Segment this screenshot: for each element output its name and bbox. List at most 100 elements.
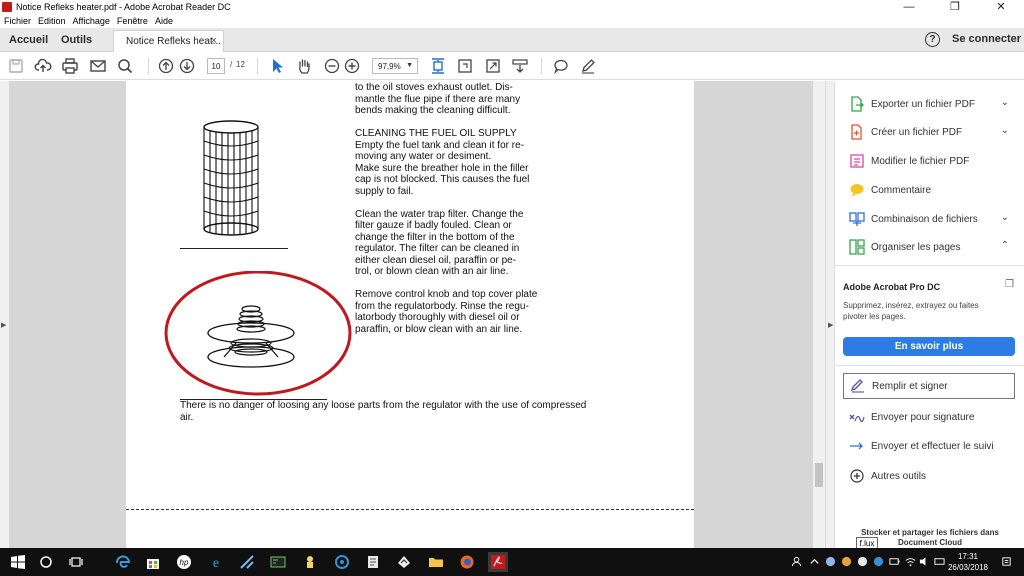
inkscape-icon[interactable] bbox=[394, 552, 414, 572]
tool-label: Autres outils bbox=[871, 470, 927, 482]
chevron-up-icon[interactable]: ⌃ bbox=[1001, 240, 1009, 251]
comment-icon[interactable] bbox=[552, 57, 570, 75]
learn-more-button[interactable]: En savoir plus bbox=[843, 337, 1015, 356]
file-explorer-icon[interactable] bbox=[426, 552, 446, 572]
search-icon[interactable] bbox=[36, 552, 56, 572]
task-view-icon[interactable] bbox=[66, 552, 86, 572]
toolbar: 10 / 12 97,9% ▼ bbox=[0, 52, 1024, 80]
windows-start-icon[interactable] bbox=[8, 552, 28, 572]
firefox-icon[interactable] bbox=[457, 552, 477, 572]
zoom-out-icon[interactable] bbox=[323, 57, 341, 75]
ie-icon[interactable]: e bbox=[206, 552, 226, 572]
tool-label: Commentaire bbox=[871, 184, 932, 196]
hand-icon[interactable] bbox=[295, 57, 313, 75]
notifications-icon[interactable] bbox=[1000, 555, 1012, 567]
select-cursor-icon[interactable] bbox=[268, 57, 286, 75]
tab-document[interactable]: Notice Refleks heat... × bbox=[113, 30, 224, 52]
text-line: cap is not blocked. This causes the fuel bbox=[355, 174, 530, 185]
bluetooth-icon[interactable] bbox=[872, 555, 884, 567]
print-icon[interactable] bbox=[61, 57, 79, 75]
fit-page-icon[interactable] bbox=[429, 57, 447, 75]
steam-icon[interactable] bbox=[237, 552, 257, 572]
tool-send-signature[interactable]: Envoyer pour signature bbox=[849, 406, 1021, 428]
people-icon[interactable] bbox=[790, 555, 802, 567]
page-down-icon[interactable] bbox=[178, 57, 196, 75]
chess-icon[interactable] bbox=[300, 552, 320, 572]
fullscreen-icon[interactable] bbox=[484, 57, 502, 75]
network-app-icon[interactable] bbox=[332, 552, 352, 572]
tab-home[interactable]: Accueil bbox=[9, 28, 48, 52]
upload-icon[interactable] bbox=[34, 57, 52, 75]
divider bbox=[835, 365, 1024, 366]
keyboard-language-icon[interactable] bbox=[933, 555, 945, 567]
pen-icon[interactable] bbox=[579, 57, 597, 75]
minimize-button[interactable]: — bbox=[886, 0, 932, 14]
close-window-button[interactable]: ✕ bbox=[978, 0, 1024, 14]
maximize-button[interactable]: ❐ bbox=[932, 0, 978, 14]
tool-more-tools[interactable]: Autres outils bbox=[849, 465, 1021, 487]
zoom-in-icon[interactable] bbox=[343, 57, 361, 75]
antivirus-icon[interactable] bbox=[840, 555, 852, 567]
battery-icon[interactable] bbox=[888, 555, 900, 567]
terminal-icon[interactable] bbox=[268, 552, 288, 572]
chevron-up-icon[interactable] bbox=[808, 555, 820, 567]
tool-send-track[interactable]: Envoyer et effectuer le suivi bbox=[849, 435, 1021, 457]
left-panel-toggle[interactable]: ▶ bbox=[0, 81, 9, 548]
clock[interactable]: 17:31 26/03/2018 bbox=[946, 551, 990, 573]
chevron-down-icon[interactable]: ⌄ bbox=[1001, 97, 1009, 108]
edge-icon[interactable] bbox=[113, 552, 133, 572]
acrobat-app-icon bbox=[2, 2, 12, 12]
tool-combine-files[interactable]: Combinaison de fichiers ⌄ bbox=[849, 208, 1021, 230]
text-line: mantle the flue pipe if there are many bbox=[355, 93, 521, 105]
menu-aide[interactable]: Aide bbox=[155, 16, 173, 26]
taskbar: hp e 17:31 26/03/2018 bbox=[0, 548, 1024, 576]
chevron-down-icon[interactable]: ⌄ bbox=[1001, 212, 1009, 223]
upgrade-icon: ❐ bbox=[1005, 279, 1014, 290]
search-icon[interactable] bbox=[116, 57, 134, 75]
menu-edition[interactable]: Edition bbox=[38, 16, 66, 26]
rotate-icon[interactable] bbox=[456, 57, 474, 75]
send-signature-icon bbox=[849, 409, 865, 425]
right-panel-toggle[interactable]: ▶ bbox=[825, 81, 834, 548]
steam-tray-icon[interactable] bbox=[824, 555, 836, 567]
email-icon[interactable] bbox=[89, 57, 107, 75]
help-button[interactable]: ? bbox=[925, 32, 940, 47]
document-viewport[interactable]: to the oil stoves exhaust outlet. Dis- m… bbox=[0, 81, 825, 548]
store-icon[interactable] bbox=[143, 552, 163, 572]
tab-tools[interactable]: Outils bbox=[61, 28, 92, 52]
tool-create-pdf[interactable]: Créer un fichier PDF ⌄ bbox=[849, 121, 1021, 143]
sign-in-button[interactable]: Se connecter bbox=[952, 33, 1021, 45]
menu-bar: Fichier Edition Affichage Fenêtre Aide bbox=[0, 14, 1024, 28]
close-tab-icon[interactable]: × bbox=[211, 35, 217, 47]
acrobat-icon[interactable] bbox=[488, 552, 508, 572]
wifi-icon[interactable] bbox=[904, 555, 916, 567]
save-icon[interactable] bbox=[7, 57, 25, 75]
hp-icon[interactable]: hp bbox=[174, 552, 194, 572]
chevron-down-icon[interactable]: ⌄ bbox=[1001, 125, 1009, 136]
vertical-scrollbar[interactable] bbox=[813, 81, 825, 548]
scrollbar-thumb[interactable] bbox=[815, 463, 823, 487]
tool-comment[interactable]: Commentaire bbox=[849, 179, 1021, 201]
tool-organize-pages[interactable]: Organiser les pages ⌃ bbox=[849, 236, 1021, 258]
notepad-icon[interactable] bbox=[363, 552, 383, 572]
text-line: regulator. The filter can be cleaned in bbox=[355, 243, 520, 254]
page-up-icon[interactable] bbox=[157, 57, 175, 75]
menu-fenetre[interactable]: Fenêtre bbox=[117, 16, 148, 26]
volume-icon[interactable] bbox=[918, 555, 930, 567]
svg-text:e: e bbox=[213, 556, 219, 570]
text-line: change the filter in the bottom of the bbox=[355, 231, 515, 243]
tools-pane: Exporter un fichier PDF ⌄ Créer un fichi… bbox=[834, 81, 1024, 548]
flux-icon[interactable] bbox=[856, 555, 868, 567]
text-line: paraffin, or blow clean with an air line… bbox=[355, 323, 523, 335]
toolbar-separator bbox=[148, 58, 149, 74]
tool-fill-sign[interactable]: Remplir et signer bbox=[843, 373, 1015, 399]
document-tab-label: Notice Refleks heat... bbox=[126, 36, 222, 47]
menu-affichage[interactable]: Affichage bbox=[73, 16, 110, 26]
page-number-input[interactable]: 10 bbox=[207, 58, 225, 74]
tool-edit-pdf[interactable]: Modifier le fichier PDF bbox=[849, 150, 1021, 172]
promo-description: Supprimez, insérez, extrayez ou faites p… bbox=[843, 301, 979, 321]
tool-export-pdf[interactable]: Exporter un fichier PDF ⌄ bbox=[849, 93, 1021, 115]
menu-fichier[interactable]: Fichier bbox=[4, 16, 31, 26]
zoom-dropdown[interactable]: 97,9% ▼ bbox=[372, 58, 418, 74]
scroll-mode-icon[interactable] bbox=[511, 57, 529, 75]
